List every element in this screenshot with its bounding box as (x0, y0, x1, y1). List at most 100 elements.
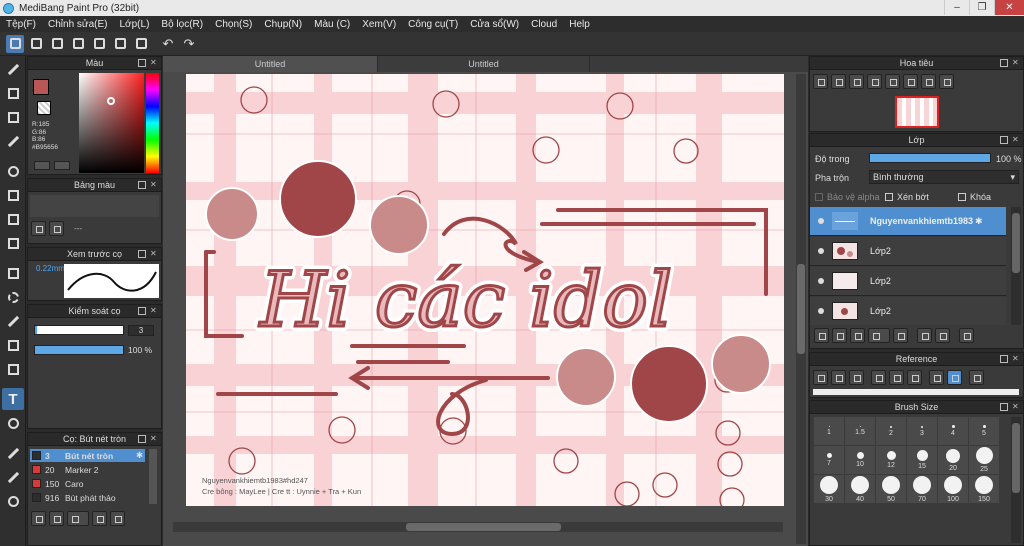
artboard[interactable]: Hi các idol Hi các idol Nguyenvankhiemtb… (186, 74, 784, 506)
layer-row[interactable]: Lớp2 (810, 237, 1006, 266)
brush-list-scrollbar[interactable] (149, 449, 157, 504)
zoom-actual-icon[interactable] (849, 74, 864, 89)
brush-folder-icon[interactable] (110, 511, 125, 526)
brush-size-cell[interactable]: 40 (845, 475, 875, 503)
secondary-color-swatch[interactable] (37, 101, 51, 115)
clipping-checkbox[interactable]: Xén bớt (885, 192, 929, 202)
gear-icon[interactable]: ✱ (975, 216, 983, 227)
panel-restore-icon[interactable] (138, 59, 146, 67)
zoom-out-icon[interactable] (867, 74, 882, 89)
brush-size-cell[interactable]: 7 (814, 446, 844, 474)
brush-size-cell[interactable]: 25 (969, 446, 999, 474)
navigator-thumbnail[interactable] (895, 96, 939, 128)
panel-close-icon[interactable]: ✕ (1012, 59, 1020, 67)
brush-size-cell[interactable]: 5 (969, 417, 999, 445)
brush-item-sketch[interactable]: 916 Bút phát thảo (30, 491, 145, 504)
brush-size-cell[interactable]: 50 (876, 475, 906, 503)
brush-size-value[interactable]: 3 (128, 325, 154, 336)
add-layer-menu-icon[interactable] (868, 328, 890, 343)
new-layer-icon[interactable] (814, 328, 829, 343)
menu-help[interactable]: Help (563, 19, 596, 30)
brush-size-cell[interactable]: 100 (938, 475, 968, 503)
delete-layer-icon[interactable] (959, 328, 974, 343)
saturation-value-picker[interactable] (79, 73, 144, 173)
select-pen-tool-icon[interactable] (2, 334, 24, 356)
menu-color[interactable]: Màu (C) (308, 19, 356, 30)
visibility-icon[interactable] (818, 218, 824, 224)
new-8bit-layer-icon[interactable] (850, 328, 865, 343)
layer-row-text[interactable]: Nguyenvankhiemtb1983 ✱ (810, 207, 1006, 236)
brush-size-cell[interactable]: 20 (938, 446, 968, 474)
brush-opacity-slider[interactable] (34, 345, 124, 355)
menu-file[interactable]: Tệp(F) (0, 19, 42, 30)
grid-icon[interactable] (132, 35, 150, 53)
blend-mode-select[interactable]: Bình thường ▾ (869, 170, 1019, 184)
rectangle-tool-icon[interactable] (2, 106, 24, 128)
reference-open-icon[interactable] (831, 370, 846, 385)
brush-size-cell[interactable]: 2 (876, 417, 906, 445)
maximize-icon[interactable]: ❐ (969, 0, 994, 15)
protect-alpha-checkbox[interactable]: Bảo vệ alpha (815, 192, 880, 202)
text-tool-icon[interactable]: T (2, 388, 24, 410)
panel-restore-icon[interactable] (1000, 403, 1008, 411)
color-swap-button[interactable] (54, 161, 70, 170)
dot-tool-icon[interactable] (2, 130, 24, 152)
bucket-tool-icon[interactable] (2, 208, 24, 230)
layer-row[interactable]: Lớp2 (810, 297, 1006, 325)
panel-close-icon[interactable]: ✕ (1012, 136, 1020, 144)
minimize-icon[interactable]: – (944, 0, 969, 15)
gradient-tool-icon[interactable] (2, 232, 24, 254)
brush-tool-icon[interactable] (2, 58, 24, 80)
panel-close-icon[interactable]: ✕ (150, 307, 158, 315)
reference-zoom-in-icon[interactable] (871, 370, 886, 385)
reference-close-icon[interactable] (849, 370, 864, 385)
layer-row[interactable]: Lớp2 (810, 267, 1006, 296)
brush-size-cell[interactable]: 10 (845, 446, 875, 474)
select-eraser-tool-icon[interactable] (2, 358, 24, 380)
eraser-tool-icon[interactable] (2, 82, 24, 104)
pen-tool-icon[interactable] (2, 466, 24, 488)
menu-tools[interactable]: Công cụ(T) (402, 19, 464, 30)
move-tool-icon[interactable] (2, 160, 24, 182)
lasso-tool-icon[interactable] (2, 286, 24, 308)
layer-opacity-slider[interactable] (869, 153, 991, 163)
panel-close-icon[interactable]: ✕ (150, 59, 158, 67)
brush-size-cell[interactable]: 70 (907, 475, 937, 503)
canvas-horizontal-scrollbar[interactable] (173, 522, 783, 532)
panel-restore-icon[interactable] (1000, 59, 1008, 67)
brush-size-cell[interactable]: 150 (969, 475, 999, 503)
new-brush-icon[interactable] (49, 511, 64, 526)
brush-size-cell[interactable]: 15 (907, 446, 937, 474)
close-icon[interactable]: ✕ (994, 0, 1024, 15)
panel-close-icon[interactable]: ✕ (150, 435, 158, 443)
brush-settings-icon[interactable] (92, 511, 107, 526)
visibility-icon[interactable] (818, 308, 824, 314)
reference-view[interactable] (813, 389, 1019, 395)
horizontal-scroll-thumb[interactable] (406, 523, 561, 531)
reference-zoom-out-icon[interactable] (907, 370, 922, 385)
eyedropper-tool-icon[interactable] (2, 442, 24, 464)
delete-palette-icon[interactable] (49, 221, 64, 236)
zoom-in-icon[interactable] (831, 74, 846, 89)
menu-view[interactable]: Xem(V) (356, 19, 402, 30)
add-palette-icon[interactable] (31, 221, 46, 236)
new-halftone-layer-icon[interactable] (832, 328, 847, 343)
panel-close-icon[interactable]: ✕ (150, 250, 158, 258)
tab-document-1[interactable]: Untitled (163, 56, 378, 72)
panel-close-icon[interactable]: ✕ (1012, 355, 1020, 363)
menu-edit[interactable]: Chỉnh sửa(E) (42, 19, 114, 30)
duplicate-layer-icon[interactable] (917, 328, 932, 343)
hand-tool-icon[interactable] (2, 490, 24, 512)
select-rect-tool-icon[interactable] (2, 262, 24, 284)
panel-restore-icon[interactable] (138, 250, 146, 258)
tab-document-2[interactable]: Untitled (378, 56, 590, 72)
comment-icon[interactable] (48, 35, 66, 53)
fill-shape-tool-icon[interactable] (2, 184, 24, 206)
menu-window[interactable]: Cửa sổ(W) (464, 19, 525, 30)
menu-filter[interactable]: Bộ lọc(R) (155, 19, 209, 30)
menu-layer[interactable]: Lớp(L) (114, 19, 156, 30)
rotate-right-icon[interactable] (921, 74, 936, 89)
brush-size-cell[interactable]: 1 (814, 417, 844, 445)
merge-layer-icon[interactable] (935, 328, 950, 343)
panel-close-icon[interactable]: ✕ (150, 181, 158, 189)
